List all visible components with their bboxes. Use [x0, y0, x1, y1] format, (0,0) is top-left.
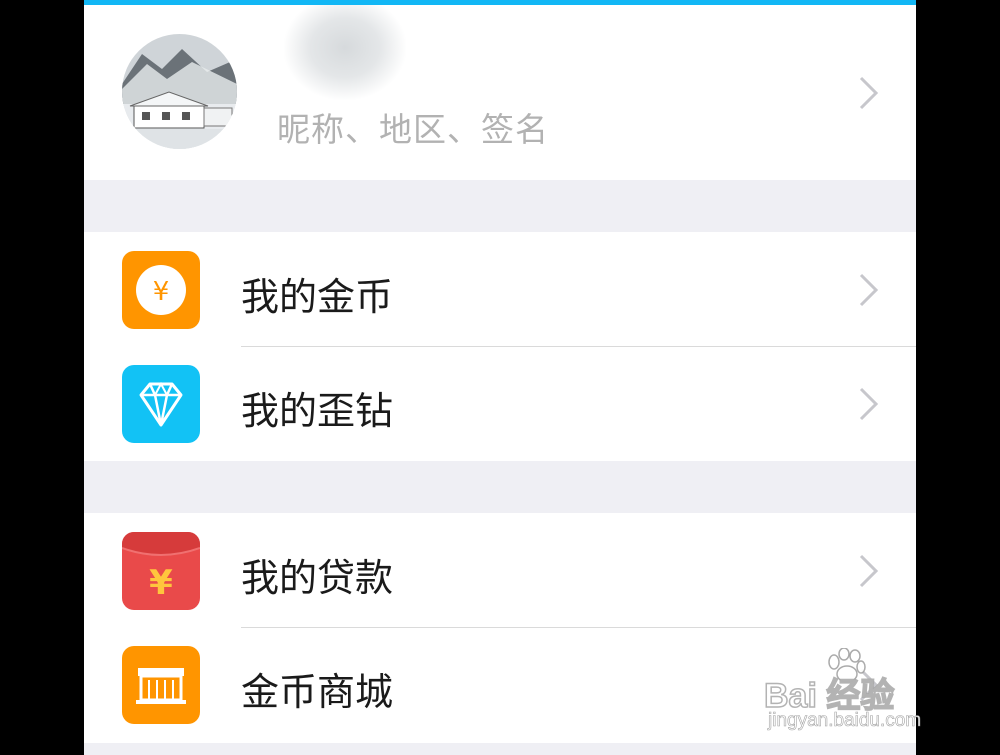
menu-item-label: 我的贷款: [241, 556, 394, 600]
svg-text:¥: ¥: [149, 563, 173, 603]
gold-coin-icon: ¥: [122, 251, 200, 329]
menu-item-label: 我的金币: [241, 275, 394, 319]
settings-screen: 昵称、地区、签名 ¥ 我的金币 我的歪钻 ¥ 我的贷款 金币商城: [84, 0, 916, 755]
menu-item-my-loans[interactable]: ¥ 我的贷款: [84, 513, 916, 628]
chevron-right-icon: [859, 387, 879, 421]
diamond-icon: [122, 365, 200, 443]
chevron-right-icon: [859, 76, 879, 110]
avatar-photo: [122, 34, 237, 149]
avatar[interactable]: [122, 34, 237, 149]
store-icon: [122, 646, 200, 724]
menu-item-label: 金币商城: [241, 670, 394, 714]
menu-item-label: 我的歪钻: [241, 389, 394, 433]
svg-text:¥: ¥: [153, 277, 170, 307]
nickname-redacted: [284, 5, 406, 100]
menu-group-wallet: ¥ 我的金币 我的歪钻: [84, 232, 916, 461]
watermark-url: jingyan.baidu.com: [768, 710, 922, 732]
menu-item-my-diamonds[interactable]: 我的歪钻: [84, 346, 916, 461]
profile-row[interactable]: 昵称、地区、签名: [84, 5, 916, 180]
chevron-right-icon: [859, 554, 879, 588]
baidu-watermark: Bai 经验 jingyan.baidu.com: [763, 648, 944, 743]
profile-subtitle: 昵称、地区、签名: [277, 110, 549, 149]
red-envelope-icon: ¥: [122, 532, 200, 610]
menu-item-my-coins[interactable]: ¥ 我的金币: [84, 232, 916, 347]
chevron-right-icon: [859, 273, 879, 307]
